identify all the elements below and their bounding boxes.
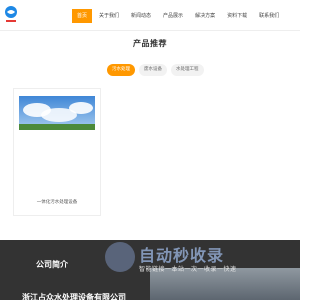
tab-water-treatment-engineering[interactable]: 水处理工程 xyxy=(171,64,204,76)
product-card[interactable]: 一体化污水处理设备 xyxy=(13,88,101,216)
nav-downloads[interactable]: 资料下载 xyxy=(222,9,252,23)
watermark-badge-icon xyxy=(105,242,135,272)
nav-about[interactable]: 关于我们 xyxy=(94,9,124,23)
company-logo[interactable] xyxy=(3,5,19,25)
product-image[interactable] xyxy=(19,96,95,130)
watermark-overlay: 自动秒收录 智能链接一本站一次一收录一快速 xyxy=(105,240,300,276)
nav-contact[interactable]: 联系我们 xyxy=(254,9,284,23)
tab-wastewater-equipment[interactable]: 废水设备 xyxy=(139,64,167,76)
nav-home[interactable]: 首页 xyxy=(72,9,93,23)
product-tabs: 污水处理 废水设备 水处理工程 xyxy=(107,64,208,76)
main-nav: 首页 关于我们 新闻动态 产品展示 解决方案 资料下载 联系我们 xyxy=(72,9,286,23)
nav-solutions[interactable]: 解决方案 xyxy=(190,9,220,23)
nav-products[interactable]: 产品展示 xyxy=(158,9,188,23)
footer-heading: 公司简介 xyxy=(36,260,68,269)
product-card-label: 一体化污水处理设备 xyxy=(36,200,78,205)
tab-sewage-treatment[interactable]: 污水处理 xyxy=(107,64,135,76)
company-name: 浙江占众水处理设备有限公司 xyxy=(22,293,126,300)
section-title: 产品推荐 xyxy=(133,39,167,48)
nav-news[interactable]: 新闻动态 xyxy=(126,9,156,23)
watermark-main-text: 自动秒收录 xyxy=(139,246,225,265)
top-navigation-bar: 首页 关于我们 新闻动态 产品展示 解决方案 资料下载 联系我们 xyxy=(0,0,300,31)
watermark-sub-text: 智能链接一本站一次一收录一快速 xyxy=(139,266,237,273)
